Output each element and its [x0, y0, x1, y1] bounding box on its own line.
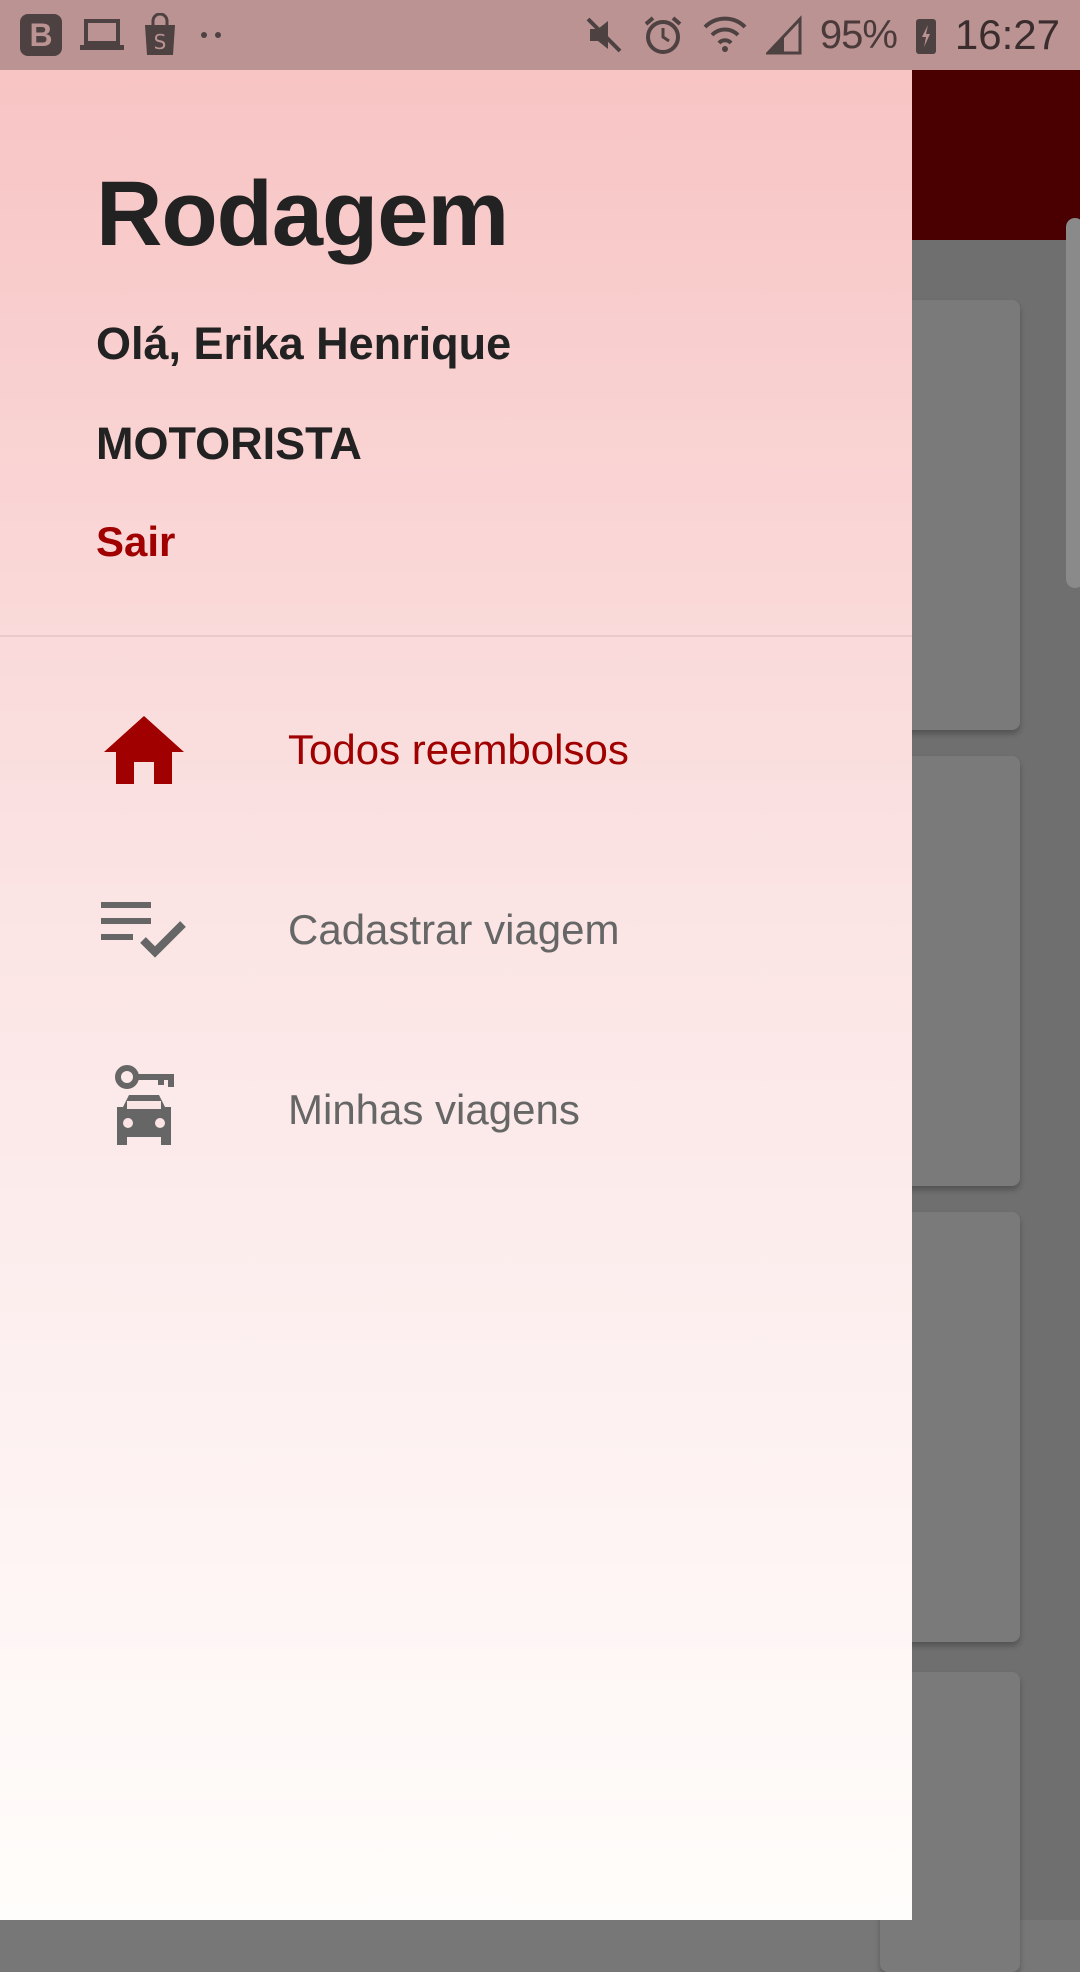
alarm-icon — [644, 16, 682, 54]
user-greeting: Olá, Erika Henrique — [96, 318, 512, 369]
laptop-icon — [80, 19, 124, 50]
more-dots-icon — [201, 32, 221, 38]
battery-level: 95% — [819, 12, 898, 57]
drawer-item-label: Minhas viagens — [288, 1086, 580, 1133]
app-title: Rodagem — [96, 163, 509, 265]
drawer-item-label: Todos reembolsos — [288, 726, 629, 773]
drawer-item-minhas-viagens[interactable]: Minhas viagens — [0, 1030, 912, 1190]
navigation-drawer: Rodagem Olá, Erika Henrique MOTORISTA Sa… — [0, 70, 912, 1920]
mute-icon — [586, 17, 622, 53]
user-role: MOTORISTA — [96, 418, 362, 469]
drawer-item-todos-reembolsos[interactable]: Todos reembolsos — [0, 670, 912, 830]
signal-icon — [765, 15, 802, 55]
svg-text:S: S — [154, 30, 167, 54]
drawer-item-cadastrar-viagem[interactable]: Cadastrar viagem — [0, 850, 912, 1010]
battery-charging-icon — [915, 19, 936, 54]
logout-link[interactable]: Sair — [96, 518, 175, 566]
drawer-header: Rodagem Olá, Erika Henrique MOTORISTA Sa… — [0, 70, 912, 637]
drawer-item-label: Cadastrar viagem — [288, 906, 620, 953]
wifi-icon — [703, 16, 747, 52]
shopping-bag-icon: S — [145, 13, 175, 55]
playlist-check-icon — [96, 882, 192, 978]
car-key-icon — [96, 1062, 192, 1158]
background-scroll-handle — [1066, 218, 1080, 588]
home-icon — [96, 702, 192, 798]
status-bar: B S 95% 16:27 — [0, 0, 1080, 70]
b-app-icon: B — [20, 14, 62, 56]
clock: 16:27 — [954, 11, 1060, 58]
